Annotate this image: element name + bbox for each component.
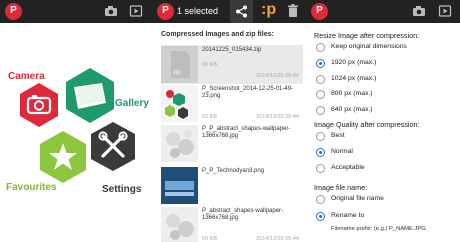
selection-count: 1 selected <box>177 6 219 16</box>
abstract-thumb <box>161 207 198 242</box>
radio-selected-icon[interactable] <box>316 148 325 157</box>
radio-selected-icon[interactable] <box>316 212 325 221</box>
settings-screen: P Resize Image after compression: Keep o… <box>307 0 460 242</box>
radio-option-label: Original file name <box>331 195 384 202</box>
radio-option[interactable]: 800 px (max.) <box>316 89 456 101</box>
filename-section-title: Image file name: <box>314 183 368 192</box>
technodyan-thumb <box>161 167 198 204</box>
favourites-label[interactable]: Favourites <box>6 182 57 193</box>
settings-label[interactable]: Settings <box>102 184 141 195</box>
play-icon[interactable] <box>438 4 452 18</box>
radio-option[interactable]: Best <box>316 131 456 143</box>
file-row[interactable]: P_P_Technodyan3.png <box>161 166 303 205</box>
radio-option[interactable]: 1024 px (max.) <box>316 74 456 86</box>
camera-icon[interactable] <box>104 4 118 18</box>
hex-menu <box>20 68 135 183</box>
camera-icon[interactable] <box>412 4 426 18</box>
radio-option[interactable]: Keep original dimensions <box>316 42 456 54</box>
radio-option[interactable]: Original file name <box>316 194 456 206</box>
camera-label[interactable]: Camera <box>8 71 45 82</box>
radio-unselected-icon[interactable] <box>316 106 325 116</box>
file-date: 2014/12/25 05:44 <box>256 73 299 79</box>
favourites-tile[interactable] <box>40 131 86 183</box>
radio-option-label: Best <box>331 132 345 139</box>
radio-option-label: Acceptable <box>331 164 365 171</box>
file-row[interactable]: P_Screenshot_2014-12-25-01-49-23.png 63 … <box>161 84 303 123</box>
file-name: P_P_Technodyan3.png <box>202 168 265 174</box>
file-name: 20141225_015434.zip <box>202 47 262 53</box>
radio-unselected-icon[interactable] <box>316 90 325 100</box>
radio-option[interactable]: Acceptable <box>316 163 456 175</box>
radio-unselected-icon[interactable] <box>316 132 325 141</box>
delete-icon[interactable] <box>287 4 299 18</box>
zip-icon: zip <box>161 46 198 83</box>
svg-text:zip: zip <box>173 70 181 76</box>
abstract-thumb <box>161 125 198 162</box>
filename-prefix-label: Filename prefix: (e.g.) P_NAME.JPG <box>331 226 426 232</box>
file-size: 69 KB <box>202 62 217 68</box>
gallery-label[interactable]: Gallery <box>115 98 149 109</box>
file-name: P_Screenshot_2014-12-25-01-49-23.png <box>202 86 294 99</box>
radio-selected-icon[interactable] <box>316 58 325 68</box>
file-name: P_abstract_shapes-wallpaper-1366x768.jpg <box>202 208 284 221</box>
file-row[interactable]: P_P_abstract_shapes-wallpaper-1366x768.j… <box>161 124 303 163</box>
home-toolbar: P <box>0 0 153 23</box>
file-name: P_P_abstract_shapes-wallpaper-1366x768.j… <box>202 126 291 139</box>
files-toolbar: P 1 selected :p <box>153 0 307 23</box>
play-icon[interactable] <box>129 4 143 18</box>
radio-option-label: Rename to <box>331 212 365 219</box>
share-button[interactable] <box>230 0 253 23</box>
zip-p-icon[interactable]: :p <box>261 1 276 19</box>
radio-option-label: 800 px (max.) <box>331 90 373 98</box>
file-row[interactable]: zip 20141225_015434.zip 69 KB 2014/12/25… <box>161 45 303 84</box>
settings-tile[interactable] <box>91 122 135 171</box>
file-date: 2014/12/25 05:44 <box>256 236 299 242</box>
camera-tile[interactable] <box>20 83 58 127</box>
radio-option[interactable]: Rename to <box>316 211 456 223</box>
radio-option[interactable]: 1920 px (max.) <box>316 58 456 70</box>
radio-option-label: 640 px (max.) <box>331 106 373 114</box>
p-logo-icon[interactable]: P <box>157 3 174 20</box>
file-size: 60 KB <box>202 236 217 242</box>
radio-unselected-icon[interactable] <box>316 195 325 204</box>
quality-section-title: Image Quality after compression: <box>314 120 420 129</box>
file-date: 2014/12/25 05:44 <box>256 114 299 120</box>
radio-option-label: Keep original dimensions <box>331 43 407 50</box>
home-screen: P Camera Gallery Favourites Settings <box>0 0 153 242</box>
radio-option-label: Normal <box>331 148 353 155</box>
screenshot-thumb <box>161 85 198 122</box>
radio-unselected-icon[interactable] <box>316 74 325 84</box>
settings-toolbar: P <box>307 0 460 23</box>
radio-option-label: 1024 px (max.) <box>331 74 377 82</box>
file-size: 63 KB <box>202 114 217 120</box>
radio-option[interactable]: 640 px (max.) <box>316 105 456 117</box>
radio-unselected-icon[interactable] <box>316 43 325 52</box>
gallery-tile[interactable] <box>66 68 114 123</box>
radio-option-label: 1920 px (max.) <box>331 58 377 66</box>
file-row[interactable]: P_abstract_shapes-wallpaper-1366x768.jpg… <box>161 206 303 242</box>
files-screen: P 1 selected :p Compressed Images and zi… <box>153 0 307 242</box>
resize-section-title: Resize Image after compression: <box>314 31 420 40</box>
share-icon <box>236 5 247 18</box>
p-logo-icon[interactable]: P <box>5 3 22 20</box>
files-header: Compressed Images and zip files: <box>161 31 274 38</box>
radio-unselected-icon[interactable] <box>316 164 325 173</box>
p-logo-icon[interactable]: P <box>311 3 328 20</box>
radio-option[interactable]: Normal <box>316 147 456 159</box>
